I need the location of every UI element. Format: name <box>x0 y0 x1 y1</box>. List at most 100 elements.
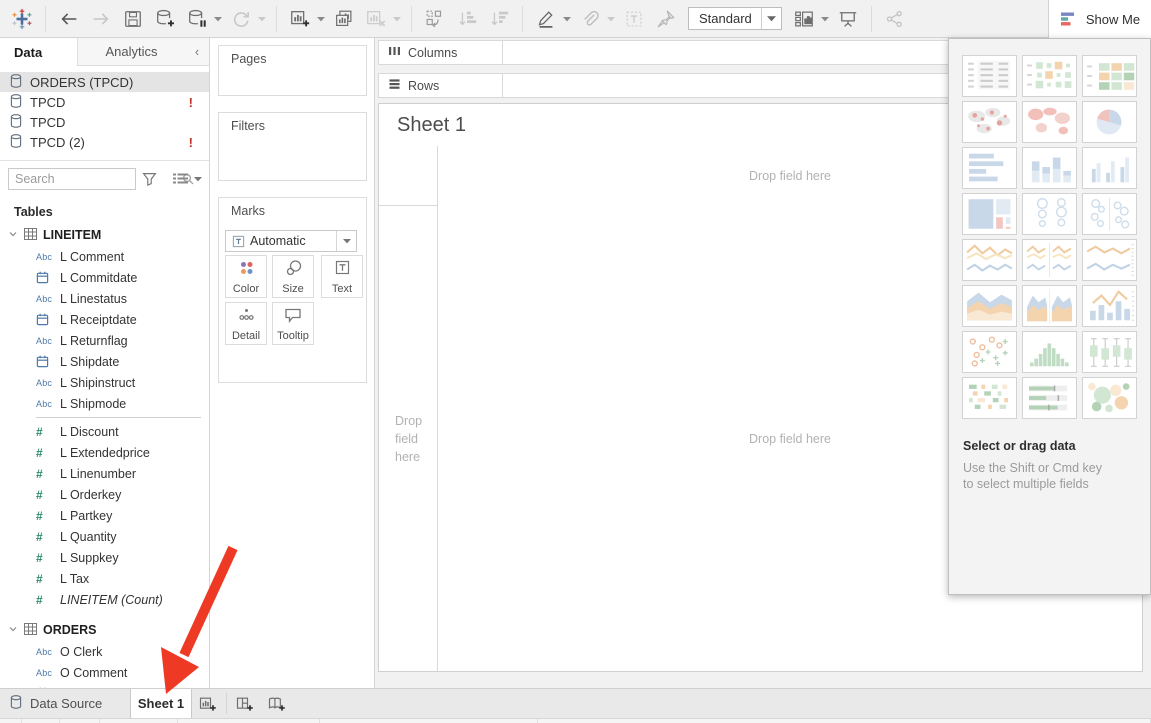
show-hide-cards-icon[interactable] <box>791 6 817 32</box>
tableau-logo-icon[interactable] <box>9 6 35 32</box>
showme-thumb-stacked-bars[interactable] <box>1022 147 1077 189</box>
field-item[interactable]: L Commitdate <box>0 267 209 288</box>
field-item[interactable]: #L Suppkey <box>0 547 209 568</box>
save-icon[interactable] <box>120 6 146 32</box>
field-item[interactable]: #LINEITEM (Count) <box>0 589 209 610</box>
mark-type-caret-icon[interactable] <box>336 231 356 251</box>
field-item[interactable]: L Receiptdate <box>0 309 209 330</box>
drop-zone-rows[interactable]: Drop field here <box>379 206 438 671</box>
showme-thumb-continuous-lines[interactable] <box>962 239 1017 281</box>
mark-type-dropdown[interactable]: Automatic <box>225 230 357 252</box>
field-item[interactable]: #L Extendedprice <box>0 442 209 463</box>
show-hide-cards-caret-icon[interactable] <box>820 6 830 32</box>
showme-thumb-treemap[interactable] <box>962 193 1017 235</box>
field-item[interactable]: #L Linenumber <box>0 463 209 484</box>
showme-thumb-highlight-table[interactable] <box>1082 55 1137 97</box>
clear-sheet-icon[interactable] <box>363 6 389 32</box>
showme-thumb-gantt[interactable] <box>962 377 1017 419</box>
field-item[interactable]: #L Quantity <box>0 526 209 547</box>
sort-descending-icon[interactable] <box>486 6 512 32</box>
show-mark-labels-icon[interactable] <box>621 6 647 32</box>
showme-thumb-side-by-side-circles[interactable] <box>1082 193 1137 235</box>
pause-auto-updates-caret-icon[interactable] <box>213 6 223 32</box>
showme-thumb-horizontal-bars[interactable] <box>962 147 1017 189</box>
presentation-mode-icon[interactable] <box>835 6 861 32</box>
fit-selector-caret-icon[interactable] <box>761 8 781 29</box>
field-item[interactable]: AbcL Shipmode <box>0 393 209 414</box>
highlight-icon[interactable] <box>533 6 559 32</box>
show-me-button[interactable]: Show Me <box>1048 0 1151 38</box>
field-item[interactable]: #L Orderkey <box>0 484 209 505</box>
new-worksheet-caret-icon[interactable] <box>316 6 326 32</box>
group-members-caret-icon[interactable] <box>606 6 616 32</box>
new-dashboard-tab-icon[interactable] <box>229 689 261 718</box>
showme-thumb-discrete-area[interactable] <box>1022 285 1077 327</box>
tab-data[interactable]: Data <box>0 38 78 66</box>
showme-thumb-side-by-side-bars[interactable] <box>1082 147 1137 189</box>
marks-button-tooltip[interactable]: Tooltip <box>272 302 314 345</box>
filters-shelf[interactable]: Filters <box>218 112 367 181</box>
highlight-caret-icon[interactable] <box>562 6 572 32</box>
showme-thumb-scatter-plot[interactable] <box>962 331 1017 373</box>
clear-sheet-caret-icon[interactable] <box>392 6 402 32</box>
search-input-wrap[interactable] <box>8 168 136 190</box>
new-data-source-icon[interactable] <box>152 6 178 32</box>
duplicate-sheet-icon[interactable] <box>331 6 357 32</box>
field-item[interactable]: AbcL Shipinstruct <box>0 372 209 393</box>
field-item[interactable]: L Shipdate <box>0 351 209 372</box>
share-workbook-icon[interactable] <box>882 6 908 32</box>
field-item[interactable]: AbcO Clerk <box>0 641 209 662</box>
pause-auto-updates-icon[interactable] <box>184 6 210 32</box>
table-group-header[interactable]: ORDERS <box>0 619 209 641</box>
showme-thumb-heat-map[interactable] <box>1022 55 1077 97</box>
marks-button-size[interactable]: Size <box>272 255 314 298</box>
datasource-item[interactable]: ORDERS (TPCD) <box>0 72 209 92</box>
showme-thumb-text-table[interactable] <box>962 55 1017 97</box>
showme-thumb-packed-bubbles[interactable] <box>1082 377 1137 419</box>
collapse-pane-icon[interactable]: ‹ <box>185 38 209 65</box>
showme-thumb-symbol-map[interactable] <box>962 101 1017 143</box>
field-item[interactable]: AbcL Linestatus <box>0 288 209 309</box>
redo-icon[interactable] <box>88 6 114 32</box>
fit-selector[interactable]: Standard <box>688 7 782 30</box>
view-options-icon[interactable] <box>173 173 188 185</box>
datasource-item[interactable]: TPCD! <box>0 92 209 112</box>
field-item[interactable]: #L Partkey <box>0 505 209 526</box>
new-worksheet-tab-icon[interactable] <box>192 689 224 718</box>
showme-thumb-dual-lines[interactable] <box>1082 239 1137 281</box>
showme-thumb-pie-chart[interactable] <box>1082 101 1137 143</box>
field-item[interactable]: #L Tax <box>0 568 209 589</box>
refresh-data-icon[interactable] <box>228 6 254 32</box>
undo-icon[interactable] <box>56 6 82 32</box>
showme-thumb-histogram[interactable] <box>1022 331 1077 373</box>
showme-thumb-continuous-area[interactable] <box>962 285 1017 327</box>
chevron-down-icon[interactable] <box>8 623 18 637</box>
table-group-header[interactable]: LINEITEM <box>0 224 209 246</box>
new-story-tab-icon[interactable] <box>261 689 293 718</box>
field-item[interactable]: AbcL Returnflag <box>0 330 209 351</box>
filter-fields-icon[interactable] <box>142 172 157 186</box>
chevron-down-icon[interactable] <box>8 228 18 242</box>
showme-thumb-dual-combination[interactable] <box>1082 285 1137 327</box>
fix-axes-icon[interactable] <box>653 6 679 32</box>
showme-thumb-circle-views[interactable] <box>1022 193 1077 235</box>
swap-rows-and-columns-icon[interactable] <box>422 6 448 32</box>
marks-button-detail[interactable]: Detail <box>225 302 267 345</box>
showme-thumb-box-and-whisker[interactable] <box>1082 331 1137 373</box>
new-worksheet-icon[interactable] <box>287 6 313 32</box>
view-options-caret-icon[interactable] <box>194 176 202 182</box>
showme-thumb-bullet-graph[interactable] <box>1022 377 1077 419</box>
marks-button-color[interactable]: Color <box>225 255 267 298</box>
datasource-item[interactable]: TPCD <box>0 112 209 132</box>
showme-thumb-discrete-lines[interactable] <box>1022 239 1077 281</box>
datasource-item[interactable]: TPCD (2)! <box>0 132 209 152</box>
sort-ascending-icon[interactable] <box>454 6 480 32</box>
field-item[interactable]: AbcL Comment <box>0 246 209 267</box>
refresh-data-caret-icon[interactable] <box>257 6 267 32</box>
field-item[interactable]: AbcO Comment <box>0 662 209 683</box>
pages-shelf[interactable]: Pages <box>218 45 367 96</box>
sheet-1-tab[interactable]: Sheet 1 <box>130 689 192 718</box>
field-item[interactable]: #L Discount <box>0 421 209 442</box>
showme-thumb-filled-map[interactable] <box>1022 101 1077 143</box>
data-source-tab[interactable]: Data Source <box>0 689 122 718</box>
